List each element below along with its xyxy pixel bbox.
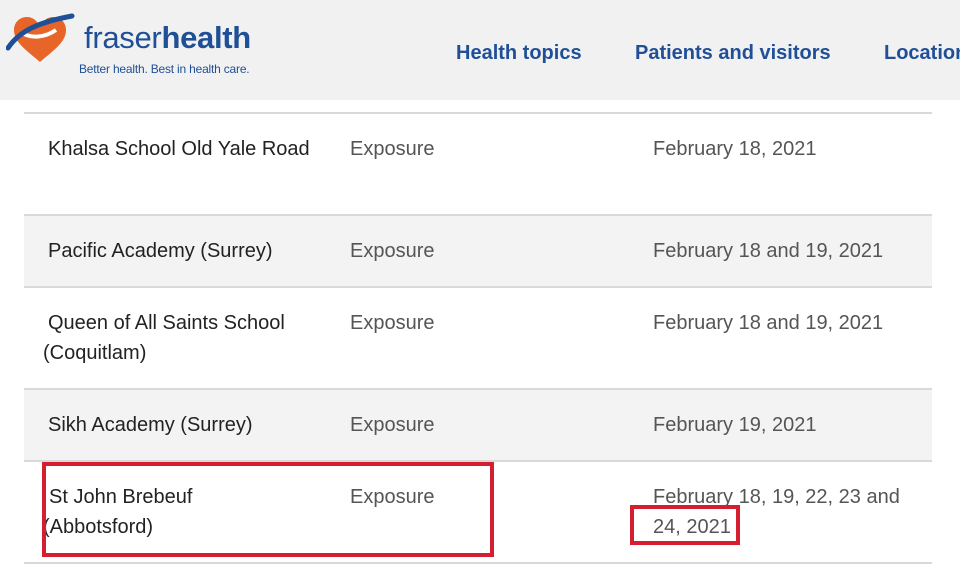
school-name: Queen of All Saints School (Coquitlam) — [43, 312, 285, 364]
school-name: Pacific Academy (Surrey) — [48, 240, 273, 262]
school-name: Sikh Academy (Surrey) — [48, 414, 253, 436]
table-row: Sikh Academy (Surrey) Exposure February … — [24, 390, 932, 462]
exposure-dates: February 18 and 19, 2021 — [653, 240, 884, 262]
exposure-dates: February 18, 2021 — [653, 138, 817, 160]
nav-health-topics[interactable]: Health topics — [456, 42, 582, 65]
nav-patients-and-visitors[interactable]: Patients and visitors — [635, 42, 831, 65]
exposure-dates: February 18 and 19, 2021 — [653, 312, 884, 334]
exposure-type: Exposure — [350, 240, 435, 262]
exposure-type: Exposure — [350, 414, 435, 436]
table-row: Pacific Academy (Surrey) Exposure Februa… — [24, 216, 932, 288]
exposure-dates: February 19, 2021 — [653, 414, 817, 436]
exposure-type: Exposure — [350, 138, 435, 160]
site-header: fraserhealth Better health. Best in heal… — [0, 0, 960, 100]
nav-locations[interactable]: Locations — [884, 42, 960, 65]
table-row: St John Brebeuf (Abbotsford) Exposure Fe… — [24, 462, 932, 564]
school-name: St John Brebeuf (Abbotsford) — [43, 486, 193, 538]
exposure-type: Exposure — [350, 312, 435, 334]
school-name: Khalsa School Old Yale Road — [48, 138, 310, 160]
main-nav: Health topics Patients and visitors Loca… — [0, 42, 960, 68]
table-row: Khalsa School Old Yale Road Exposure Feb… — [24, 114, 932, 216]
school-exposures-table: Khalsa School Old Yale Road Exposure Feb… — [24, 100, 932, 580]
table-row — [24, 100, 932, 114]
exposure-type: Exposure — [350, 486, 435, 508]
table-row: Queen of All Saints School (Coquitlam) E… — [24, 288, 932, 390]
exposure-dates: February 18, 19, 22, 23 and 24, 2021 — [653, 486, 900, 538]
